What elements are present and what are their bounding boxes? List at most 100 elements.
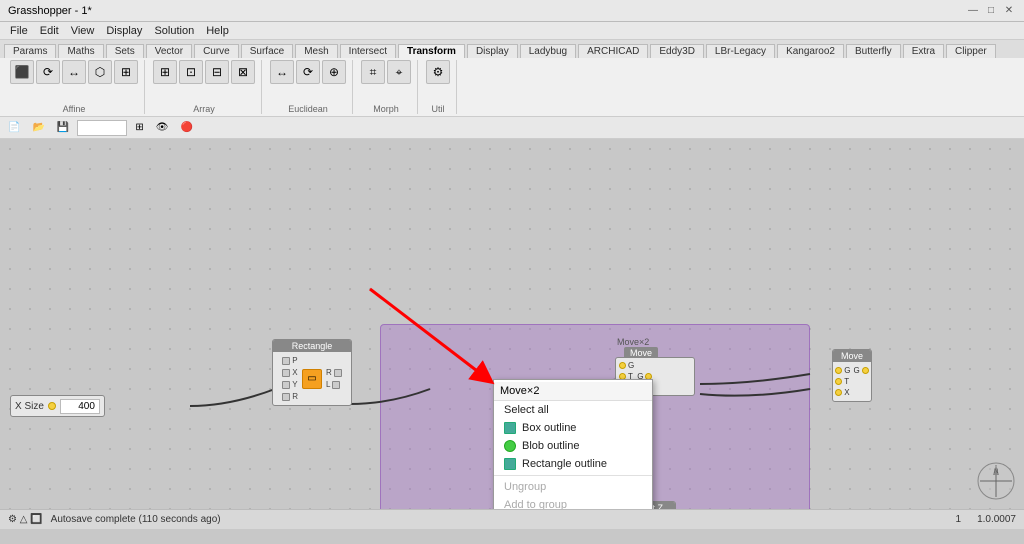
port-y[interactable] xyxy=(282,381,290,389)
port-l-out[interactable] xyxy=(332,381,340,389)
menu-edit[interactable]: Edit xyxy=(34,24,65,38)
tab-lbr[interactable]: LBr-Legacy xyxy=(706,44,775,58)
menu-solution[interactable]: Solution xyxy=(148,24,200,38)
move2-top-label: Move×2 xyxy=(617,337,649,347)
window-controls: — □ ✕ xyxy=(966,4,1016,18)
page-number: 1 xyxy=(956,514,962,525)
m2-x[interactable] xyxy=(835,389,842,396)
ctx-box-outline[interactable]: Box outline xyxy=(494,419,652,437)
util-label: Util xyxy=(432,104,445,114)
tab-extra[interactable]: Extra xyxy=(903,44,944,58)
autosave-text: Autosave complete (110 seconds ago) xyxy=(51,514,221,525)
tab-clipper[interactable]: Clipper xyxy=(946,44,996,58)
affine-icon-3[interactable]: ↔ xyxy=(62,60,86,84)
move1-port-g[interactable] xyxy=(619,362,626,369)
euclidean-label: Euclidean xyxy=(288,104,328,114)
tab-transform[interactable]: Transform xyxy=(398,44,465,58)
menu-display[interactable]: Display xyxy=(100,24,148,38)
new-document-button[interactable]: 📄 xyxy=(4,121,24,134)
menu-view[interactable]: View xyxy=(65,24,101,38)
port-p-row: P xyxy=(282,356,298,365)
euclidean-icon-3[interactable]: ⊕ xyxy=(322,60,346,84)
minimize-button[interactable]: — xyxy=(966,4,980,18)
move2-title: Move xyxy=(833,350,871,362)
tab-intersect[interactable]: Intersect xyxy=(340,44,396,58)
canvas[interactable]: Rectangle P X Y R ▭ xyxy=(0,139,1024,509)
x-size-node[interactable]: X Size 400 xyxy=(10,395,105,417)
m2-g-out-row: G xyxy=(854,366,869,375)
ribbon-group-array: ⊞ ⊡ ⊟ ⊠ Array xyxy=(147,60,262,114)
ctx-select-all[interactable]: Select all xyxy=(494,401,652,419)
ctx-ungroup[interactable]: Ungroup xyxy=(494,478,652,496)
x-size-port[interactable] xyxy=(48,402,56,410)
affine-icon-2[interactable]: ⟳ xyxy=(36,60,60,84)
open-button[interactable]: 📂 xyxy=(28,121,48,134)
tab-archicad[interactable]: ARCHICAD xyxy=(578,44,648,58)
menu-help[interactable]: Help xyxy=(200,24,235,38)
euclidean-icons: ↔ ⟳ ⊕ xyxy=(270,60,346,84)
array-icon-4[interactable]: ⊠ xyxy=(231,60,255,84)
save-button[interactable]: 💾 xyxy=(53,121,73,134)
affine-icon-4[interactable]: ⬡ xyxy=(88,60,112,84)
menu-file[interactable]: File xyxy=(4,24,34,38)
euclidean-icon-2[interactable]: ⟳ xyxy=(296,60,320,84)
move1-port-g-row: G xyxy=(619,361,634,370)
tab-ladybug[interactable]: Ladybug xyxy=(520,44,576,58)
preview-button[interactable]: 👁 xyxy=(152,121,173,134)
port-x[interactable] xyxy=(282,369,290,377)
tab-vector[interactable]: Vector xyxy=(146,44,192,58)
version-text: 1.0.0007 xyxy=(977,514,1016,525)
port-p[interactable] xyxy=(282,357,290,365)
rect-outline-icon xyxy=(504,458,516,470)
tab-params[interactable]: Params xyxy=(4,44,56,58)
ribbon-group-util: ⚙ Util xyxy=(420,60,457,114)
affine-icon-1[interactable]: ⬛ xyxy=(10,60,34,84)
array-icons: ⊞ ⊡ ⊟ ⊠ xyxy=(153,60,255,84)
util-icon-1[interactable]: ⚙ xyxy=(426,60,450,84)
tab-sets[interactable]: Sets xyxy=(106,44,144,58)
ctx-box-outline-label: Box outline xyxy=(522,422,576,434)
bake-button[interactable]: 🔴 xyxy=(176,121,196,134)
context-menu-search[interactable] xyxy=(494,382,652,401)
morph-label: Morph xyxy=(373,104,399,114)
status-left: ⚙ △ 🔲 Autosave complete (110 seconds ago… xyxy=(8,514,221,525)
blob-outline-icon xyxy=(504,440,516,452)
tab-display[interactable]: Display xyxy=(467,44,518,58)
status-icons: ⚙ △ 🔲 xyxy=(8,514,43,525)
m2-g[interactable] xyxy=(835,367,842,374)
tab-maths[interactable]: Maths xyxy=(58,44,103,58)
util-icons: ⚙ xyxy=(426,60,450,84)
ctx-blob-outline[interactable]: Blob outline xyxy=(494,437,652,455)
close-button[interactable]: ✕ xyxy=(1002,4,1016,18)
morph-icon-1[interactable]: ⌗ xyxy=(361,60,385,84)
zoom-input[interactable]: 173% xyxy=(77,120,127,136)
tab-mesh[interactable]: Mesh xyxy=(295,44,337,58)
move-node-2[interactable]: Move G T X G xyxy=(832,349,872,402)
status-right: 1 1.0.0007 xyxy=(956,514,1017,525)
context-menu: Select all Box outline Blob outline Rect… xyxy=(493,379,653,509)
m2-t[interactable] xyxy=(835,378,842,385)
array-icon-3[interactable]: ⊟ xyxy=(205,60,229,84)
ribbon-tabs: Params Maths Sets Vector Curve Surface M… xyxy=(0,40,1024,58)
ctx-add-to-group[interactable]: Add to group xyxy=(494,496,652,509)
maximize-button[interactable]: □ xyxy=(984,4,998,18)
port-r-in[interactable] xyxy=(282,393,290,401)
morph-icon-2[interactable]: ⌖ xyxy=(387,60,411,84)
rectangle-right-ports: R L xyxy=(326,368,342,389)
tab-kangaroo[interactable]: Kangaroo2 xyxy=(777,44,844,58)
ctx-select-all-label: Select all xyxy=(504,404,549,416)
port-r-out[interactable] xyxy=(334,369,342,377)
euclidean-icon-1[interactable]: ↔ xyxy=(270,60,294,84)
rectangle-node[interactable]: Rectangle P X Y R ▭ xyxy=(272,339,352,406)
tab-eddy3d[interactable]: Eddy3D xyxy=(650,44,704,58)
array-icon-1[interactable]: ⊞ xyxy=(153,60,177,84)
array-icon-2[interactable]: ⊡ xyxy=(179,60,203,84)
m2-g-out[interactable] xyxy=(862,367,869,374)
x-size-value[interactable]: 400 xyxy=(60,399,100,414)
tab-butterfly[interactable]: Butterfly xyxy=(846,44,901,58)
tab-surface[interactable]: Surface xyxy=(241,44,293,58)
ctx-rect-outline[interactable]: Rectangle outline xyxy=(494,455,652,473)
affine-icon-5[interactable]: ⊞ xyxy=(114,60,138,84)
tab-curve[interactable]: Curve xyxy=(194,44,239,58)
zoom-fit-button[interactable]: ⊞ xyxy=(131,121,147,134)
